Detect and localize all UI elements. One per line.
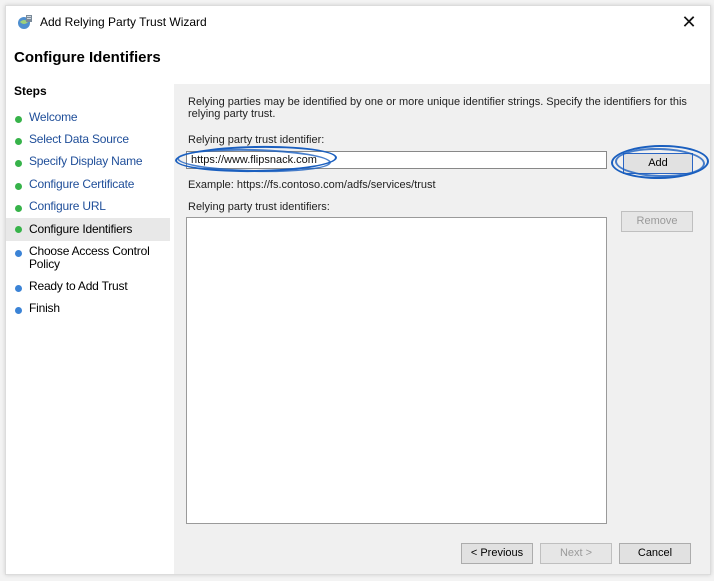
identifiers-listbox[interactable]	[186, 217, 607, 524]
step-complete-icon	[15, 138, 22, 145]
step-configure-url: Configure URL	[6, 200, 170, 218]
step-configure-certificate: Configure Certificate	[6, 178, 170, 196]
page-title: Configure Identifiers	[14, 49, 161, 66]
previous-button[interactable]: < Previous	[461, 543, 533, 564]
step-complete-icon	[15, 183, 22, 190]
step-configure-identifiers: Configure Identifiers	[6, 218, 170, 241]
step-label: Configure URL	[29, 199, 106, 213]
step-label: Configure Certificate	[29, 177, 135, 191]
description-text: Relying parties may be identified by one…	[188, 96, 687, 120]
step-specify-display-name: Specify Display Name	[6, 155, 170, 173]
step-complete-icon	[15, 205, 22, 212]
step-current-icon	[15, 226, 22, 233]
steps-header: Steps	[14, 84, 47, 98]
add-button[interactable]: Add	[623, 153, 693, 174]
step-label: Select Data Source	[29, 132, 129, 146]
step-select-data-source: Select Data Source	[6, 133, 170, 151]
step-pending-icon	[15, 307, 22, 314]
step-label: Welcome	[29, 110, 78, 124]
step-pending-icon	[15, 250, 22, 257]
identifiers-list-label: Relying party trust identifiers:	[188, 201, 330, 213]
step-ready-to-add-trust: Ready to Add Trust	[6, 280, 170, 298]
step-label: Ready to Add Trust	[29, 279, 128, 293]
window-title: Add Relying Party Trust Wizard	[40, 15, 207, 29]
step-label: Specify Display Name	[29, 154, 143, 168]
step-welcome: Welcome	[6, 111, 170, 129]
next-button[interactable]: Next >	[540, 543, 612, 564]
remove-button[interactable]: Remove	[621, 211, 693, 232]
step-finish: Finish	[6, 302, 170, 320]
identifier-label: Relying party trust identifier:	[188, 134, 325, 146]
title-bar: Add Relying Party Trust Wizard ✕	[6, 6, 710, 38]
content-panel: Relying parties may be identified by one…	[174, 84, 710, 574]
step-choose-access-control-policy: Choose Access Control Policy	[6, 245, 170, 275]
step-label: Configure Identifiers	[29, 222, 133, 236]
cancel-button[interactable]: Cancel	[619, 543, 691, 564]
step-complete-icon	[15, 160, 22, 167]
steps-sidebar: Steps Welcome Select Data Source Specify…	[6, 84, 174, 574]
step-pending-icon	[15, 285, 22, 292]
step-label: Choose Access Control Policy	[29, 244, 150, 271]
step-complete-icon	[15, 116, 22, 123]
wizard-window: Add Relying Party Trust Wizard ✕ Configu…	[5, 5, 711, 575]
identifier-input[interactable]	[186, 151, 607, 169]
adfs-app-icon	[18, 15, 32, 29]
step-label: Finish	[29, 301, 60, 315]
example-text: Example: https://fs.contoso.com/adfs/ser…	[188, 179, 436, 191]
close-icon[interactable]: ✕	[678, 11, 700, 33]
